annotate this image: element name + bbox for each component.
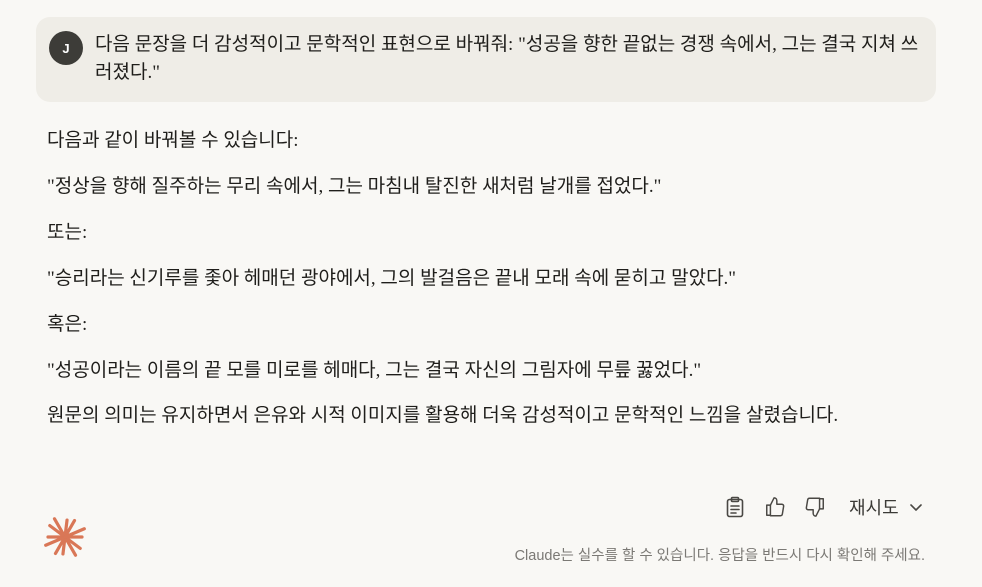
clipboard-icon[interactable] [720,492,750,522]
message-actions: 재시도 [720,492,923,522]
thumbs-down-icon[interactable] [800,492,830,522]
reply-intro: 다음과 같이 바꿔볼 수 있습니다: [47,130,299,151]
user-avatar: J [49,31,83,65]
assistant-reply: 다음과 같이 바꿔볼 수 있습니다: "정상을 향해 질주하는 무리 속에서, … [47,124,927,433]
reply-option-1: "정상을 향해 질주하는 무리 속에서, 그는 마침내 탈진한 새처럼 날개를 … [47,176,662,197]
reply-option-2: "승리라는 신기루를 좇아 헤매던 광야에서, 그의 발걸음은 끝내 모래 속에… [47,268,737,289]
retry-button[interactable]: 재시도 [849,494,923,520]
reply-label-or: 또는: [47,222,88,243]
claude-logo-icon [43,515,87,559]
reply-closing: 원문의 의미는 유지하면서 은유와 시적 이미지를 활용해 더욱 감성적이고 문… [47,405,839,426]
reply-option-3: "성공이라는 이름의 끝 모를 미로를 헤매다, 그는 결국 자신의 그림자에 … [47,360,702,381]
thumbs-up-icon[interactable] [760,492,790,522]
reply-label-or-2: 혹은: [47,314,88,335]
chevron-down-icon [909,502,923,512]
user-message-text: 다음 문장을 더 감성적이고 문학적인 표현으로 바꿔줘: "성공을 향한 끝없… [95,34,919,83]
user-message-bubble: J 다음 문장을 더 감성적이고 문학적인 표현으로 바꿔줘: "성공을 향한 … [36,17,936,102]
disclaimer-text: Claude는 실수를 할 수 있습니다. 응답을 반드시 다시 확인해 주세요… [514,548,925,564]
retry-label: 재시도 [849,498,899,518]
